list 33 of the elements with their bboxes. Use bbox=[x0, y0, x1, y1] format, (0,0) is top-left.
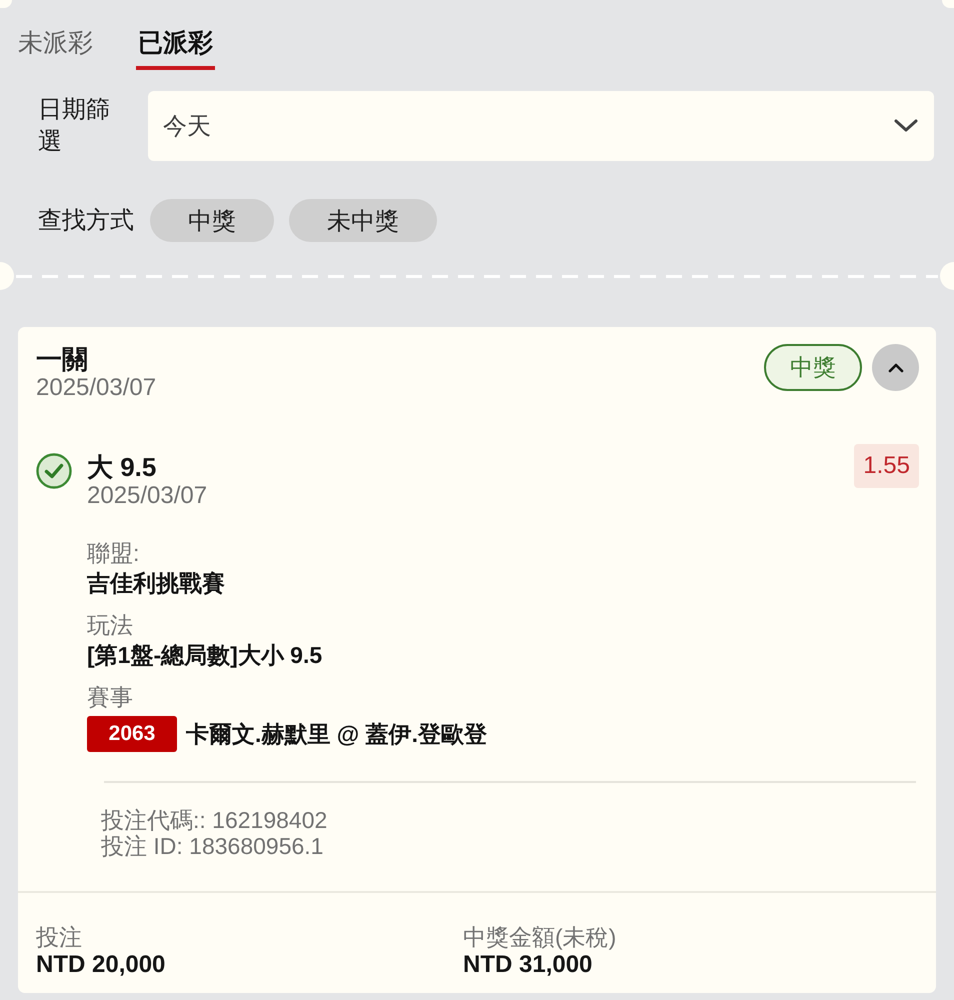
league-name: 吉佳利挑戰賽 bbox=[87, 569, 226, 598]
league-label: 聯盟: bbox=[87, 539, 140, 568]
filter-chip[interactable]: 未中獎 bbox=[289, 199, 437, 242]
market-name: [第1盤-總局數]大小 9.5 bbox=[87, 641, 324, 670]
search-by-label: 查找方式 bbox=[38, 206, 134, 236]
event-name: 卡爾文.赫默里 @ 蓋伊.登歐登 bbox=[186, 720, 487, 749]
notch-icon bbox=[940, 262, 954, 290]
bet-date: 2025/03/07 bbox=[36, 374, 156, 402]
selection-pick: 大 9.5 bbox=[87, 452, 158, 482]
notch-icon bbox=[942, 0, 954, 8]
bet-type-title: 一關 bbox=[36, 344, 89, 374]
date-select[interactable]: 今天 bbox=[148, 91, 934, 161]
caret-up-icon bbox=[888, 362, 904, 372]
filter-chip[interactable]: 中獎 bbox=[150, 199, 274, 242]
stake-amount: NTD 20,000 bbox=[36, 951, 166, 979]
status-badge: 中獎 bbox=[764, 344, 862, 391]
notch-icon bbox=[0, 0, 12, 8]
payout-label: 中獎金額(未稅) bbox=[463, 923, 618, 951]
event-label: 賽事 bbox=[87, 683, 134, 712]
notch-icon bbox=[0, 262, 14, 290]
tab[interactable]: 已派彩 bbox=[136, 28, 215, 70]
bet-code: 投注代碼:: 162198402 bbox=[101, 807, 328, 833]
odds-badge: 1.55 bbox=[854, 444, 919, 488]
tab[interactable]: 未派彩 bbox=[16, 28, 95, 70]
collapse-button[interactable] bbox=[872, 344, 919, 391]
bet-id: 投注 ID: 183680956.1 bbox=[101, 833, 324, 859]
event-code-badge: 2063 bbox=[87, 716, 177, 752]
chevron-down-icon bbox=[894, 119, 918, 133]
selection-date: 2025/03/07 bbox=[87, 482, 208, 510]
stake-label: 投注 bbox=[36, 923, 83, 951]
payout-amount: NTD 31,000 bbox=[463, 951, 594, 979]
date-filter-label: 日期篩選 bbox=[38, 95, 111, 157]
market-label: 玩法 bbox=[87, 611, 134, 640]
